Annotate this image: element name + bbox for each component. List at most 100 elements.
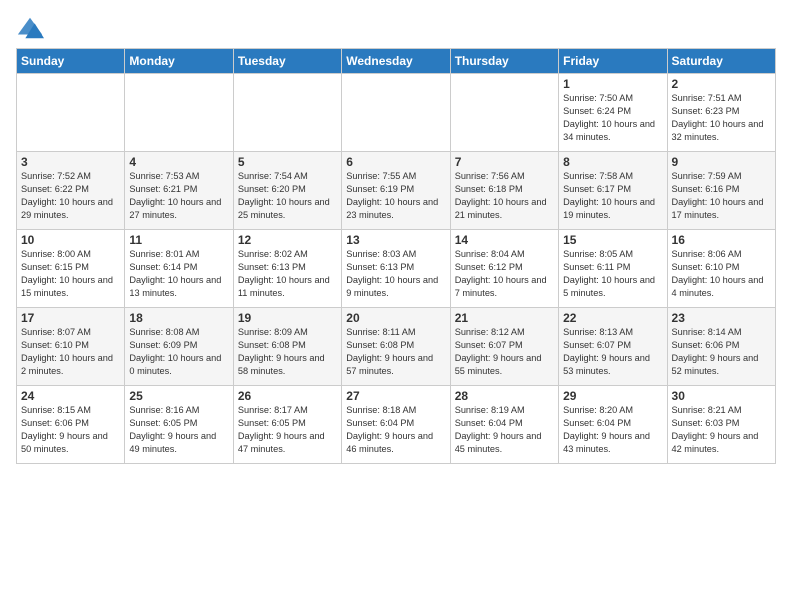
day-cell: 6Sunrise: 7:55 AM Sunset: 6:19 PM Daylig… (342, 152, 450, 230)
day-info: Sunrise: 8:19 AM Sunset: 6:04 PM Dayligh… (455, 404, 554, 456)
day-number: 22 (563, 311, 662, 325)
week-row-2: 3Sunrise: 7:52 AM Sunset: 6:22 PM Daylig… (17, 152, 776, 230)
day-cell: 23Sunrise: 8:14 AM Sunset: 6:06 PM Dayli… (667, 308, 775, 386)
day-cell: 22Sunrise: 8:13 AM Sunset: 6:07 PM Dayli… (559, 308, 667, 386)
week-row-3: 10Sunrise: 8:00 AM Sunset: 6:15 PM Dayli… (17, 230, 776, 308)
day-number: 3 (21, 155, 120, 169)
day-info: Sunrise: 7:54 AM Sunset: 6:20 PM Dayligh… (238, 170, 337, 222)
col-header-monday: Monday (125, 49, 233, 74)
day-number: 2 (672, 77, 771, 91)
day-info: Sunrise: 7:59 AM Sunset: 6:16 PM Dayligh… (672, 170, 771, 222)
day-cell: 12Sunrise: 8:02 AM Sunset: 6:13 PM Dayli… (233, 230, 341, 308)
day-cell: 29Sunrise: 8:20 AM Sunset: 6:04 PM Dayli… (559, 386, 667, 464)
day-cell: 17Sunrise: 8:07 AM Sunset: 6:10 PM Dayli… (17, 308, 125, 386)
week-row-4: 17Sunrise: 8:07 AM Sunset: 6:10 PM Dayli… (17, 308, 776, 386)
day-info: Sunrise: 8:04 AM Sunset: 6:12 PM Dayligh… (455, 248, 554, 300)
day-number: 7 (455, 155, 554, 169)
day-number: 6 (346, 155, 445, 169)
col-header-friday: Friday (559, 49, 667, 74)
day-number: 20 (346, 311, 445, 325)
header-row: SundayMondayTuesdayWednesdayThursdayFrid… (17, 49, 776, 74)
day-number: 21 (455, 311, 554, 325)
day-cell: 10Sunrise: 8:00 AM Sunset: 6:15 PM Dayli… (17, 230, 125, 308)
day-info: Sunrise: 7:51 AM Sunset: 6:23 PM Dayligh… (672, 92, 771, 144)
col-header-thursday: Thursday (450, 49, 558, 74)
day-cell: 25Sunrise: 8:16 AM Sunset: 6:05 PM Dayli… (125, 386, 233, 464)
week-row-5: 24Sunrise: 8:15 AM Sunset: 6:06 PM Dayli… (17, 386, 776, 464)
day-number: 25 (129, 389, 228, 403)
day-cell: 4Sunrise: 7:53 AM Sunset: 6:21 PM Daylig… (125, 152, 233, 230)
day-cell (17, 74, 125, 152)
day-info: Sunrise: 8:06 AM Sunset: 6:10 PM Dayligh… (672, 248, 771, 300)
day-number: 18 (129, 311, 228, 325)
day-cell: 15Sunrise: 8:05 AM Sunset: 6:11 PM Dayli… (559, 230, 667, 308)
day-info: Sunrise: 7:55 AM Sunset: 6:19 PM Dayligh… (346, 170, 445, 222)
calendar-page: SundayMondayTuesdayWednesdayThursdayFrid… (0, 0, 792, 474)
day-number: 8 (563, 155, 662, 169)
day-info: Sunrise: 8:09 AM Sunset: 6:08 PM Dayligh… (238, 326, 337, 378)
day-info: Sunrise: 8:07 AM Sunset: 6:10 PM Dayligh… (21, 326, 120, 378)
day-cell (450, 74, 558, 152)
day-number: 26 (238, 389, 337, 403)
day-number: 11 (129, 233, 228, 247)
day-number: 29 (563, 389, 662, 403)
day-number: 30 (672, 389, 771, 403)
day-info: Sunrise: 8:15 AM Sunset: 6:06 PM Dayligh… (21, 404, 120, 456)
day-info: Sunrise: 8:14 AM Sunset: 6:06 PM Dayligh… (672, 326, 771, 378)
day-cell: 27Sunrise: 8:18 AM Sunset: 6:04 PM Dayli… (342, 386, 450, 464)
day-info: Sunrise: 7:50 AM Sunset: 6:24 PM Dayligh… (563, 92, 662, 144)
day-cell: 18Sunrise: 8:08 AM Sunset: 6:09 PM Dayli… (125, 308, 233, 386)
day-info: Sunrise: 8:17 AM Sunset: 6:05 PM Dayligh… (238, 404, 337, 456)
day-number: 17 (21, 311, 120, 325)
day-number: 15 (563, 233, 662, 247)
day-info: Sunrise: 8:21 AM Sunset: 6:03 PM Dayligh… (672, 404, 771, 456)
logo-icon (16, 14, 44, 42)
day-number: 23 (672, 311, 771, 325)
day-info: Sunrise: 8:18 AM Sunset: 6:04 PM Dayligh… (346, 404, 445, 456)
day-cell: 9Sunrise: 7:59 AM Sunset: 6:16 PM Daylig… (667, 152, 775, 230)
day-cell: 20Sunrise: 8:11 AM Sunset: 6:08 PM Dayli… (342, 308, 450, 386)
week-row-1: 1Sunrise: 7:50 AM Sunset: 6:24 PM Daylig… (17, 74, 776, 152)
day-info: Sunrise: 8:01 AM Sunset: 6:14 PM Dayligh… (129, 248, 228, 300)
day-number: 14 (455, 233, 554, 247)
day-cell: 26Sunrise: 8:17 AM Sunset: 6:05 PM Dayli… (233, 386, 341, 464)
day-number: 16 (672, 233, 771, 247)
col-header-wednesday: Wednesday (342, 49, 450, 74)
day-cell: 28Sunrise: 8:19 AM Sunset: 6:04 PM Dayli… (450, 386, 558, 464)
logo (16, 14, 48, 42)
day-cell: 1Sunrise: 7:50 AM Sunset: 6:24 PM Daylig… (559, 74, 667, 152)
day-cell: 8Sunrise: 7:58 AM Sunset: 6:17 PM Daylig… (559, 152, 667, 230)
day-number: 9 (672, 155, 771, 169)
day-info: Sunrise: 7:53 AM Sunset: 6:21 PM Dayligh… (129, 170, 228, 222)
day-cell: 30Sunrise: 8:21 AM Sunset: 6:03 PM Dayli… (667, 386, 775, 464)
day-number: 24 (21, 389, 120, 403)
day-cell: 11Sunrise: 8:01 AM Sunset: 6:14 PM Dayli… (125, 230, 233, 308)
day-info: Sunrise: 7:52 AM Sunset: 6:22 PM Dayligh… (21, 170, 120, 222)
day-cell: 16Sunrise: 8:06 AM Sunset: 6:10 PM Dayli… (667, 230, 775, 308)
day-number: 13 (346, 233, 445, 247)
day-info: Sunrise: 7:58 AM Sunset: 6:17 PM Dayligh… (563, 170, 662, 222)
day-number: 5 (238, 155, 337, 169)
day-cell: 2Sunrise: 7:51 AM Sunset: 6:23 PM Daylig… (667, 74, 775, 152)
day-info: Sunrise: 8:00 AM Sunset: 6:15 PM Dayligh… (21, 248, 120, 300)
day-info: Sunrise: 8:11 AM Sunset: 6:08 PM Dayligh… (346, 326, 445, 378)
day-number: 1 (563, 77, 662, 91)
day-cell: 5Sunrise: 7:54 AM Sunset: 6:20 PM Daylig… (233, 152, 341, 230)
day-cell: 19Sunrise: 8:09 AM Sunset: 6:08 PM Dayli… (233, 308, 341, 386)
day-number: 4 (129, 155, 228, 169)
day-cell: 3Sunrise: 7:52 AM Sunset: 6:22 PM Daylig… (17, 152, 125, 230)
day-info: Sunrise: 8:03 AM Sunset: 6:13 PM Dayligh… (346, 248, 445, 300)
day-cell: 7Sunrise: 7:56 AM Sunset: 6:18 PM Daylig… (450, 152, 558, 230)
day-number: 19 (238, 311, 337, 325)
day-cell: 21Sunrise: 8:12 AM Sunset: 6:07 PM Dayli… (450, 308, 558, 386)
day-info: Sunrise: 8:08 AM Sunset: 6:09 PM Dayligh… (129, 326, 228, 378)
day-number: 27 (346, 389, 445, 403)
day-cell: 14Sunrise: 8:04 AM Sunset: 6:12 PM Dayli… (450, 230, 558, 308)
day-info: Sunrise: 8:20 AM Sunset: 6:04 PM Dayligh… (563, 404, 662, 456)
day-cell: 24Sunrise: 8:15 AM Sunset: 6:06 PM Dayli… (17, 386, 125, 464)
day-cell (125, 74, 233, 152)
day-cell (233, 74, 341, 152)
day-number: 10 (21, 233, 120, 247)
day-info: Sunrise: 7:56 AM Sunset: 6:18 PM Dayligh… (455, 170, 554, 222)
day-info: Sunrise: 8:12 AM Sunset: 6:07 PM Dayligh… (455, 326, 554, 378)
